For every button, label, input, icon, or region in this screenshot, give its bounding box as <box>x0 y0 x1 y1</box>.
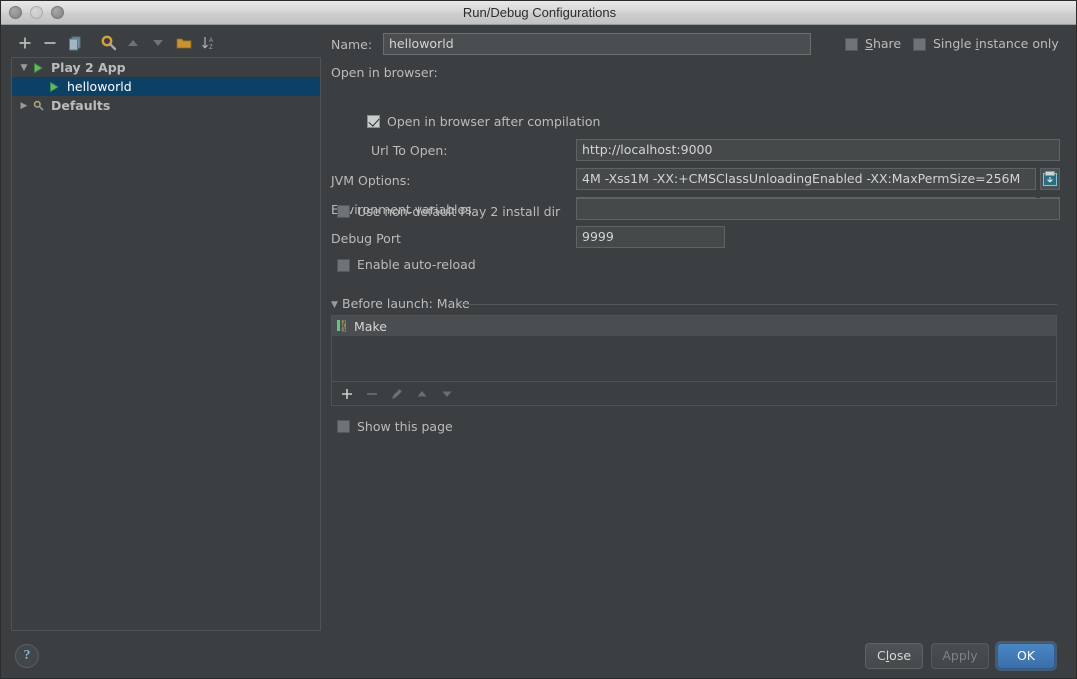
single-instance-label-post: nstance only <box>978 36 1059 51</box>
url-to-open-input[interactable]: http://localhost:9000 <box>576 139 1060 161</box>
ok-button[interactable]: OK <box>997 643 1055 669</box>
close-label-post: ose <box>889 648 912 663</box>
configurations-toolbar: A Z <box>11 31 321 56</box>
close-dialog-button[interactable]: Close <box>865 643 923 669</box>
svg-text:Z: Z <box>209 45 213 51</box>
url-to-open-label: Url To Open: <box>371 143 448 158</box>
name-label: Name: <box>331 37 373 52</box>
edit-task-button[interactable] <box>388 385 406 403</box>
svg-text:A: A <box>209 38 213 44</box>
sort-configurations-button[interactable]: A Z <box>199 33 219 53</box>
window-titlebar: Run/Debug Configurations <box>1 1 1076 25</box>
debug-port-label: Debug Port <box>331 231 401 246</box>
use-non-default-install-dir-checkbox[interactable] <box>337 205 350 218</box>
run-debug-configurations-dialog: Run/Debug Configurations A Z ▼ Play 2 Ap… <box>0 0 1077 679</box>
open-in-browser-after-compilation-checkbox[interactable] <box>367 115 380 128</box>
make-compile-icon: 01 10 01 <box>336 319 354 333</box>
name-input[interactable]: helloworld <box>383 33 811 55</box>
configurations-tree[interactable]: ▼ Play 2 App helloworld ▶ Defaults <box>11 57 321 631</box>
wrench-gear-icon <box>32 99 48 112</box>
show-this-page-label: Show this page <box>357 419 453 434</box>
use-non-default-install-dir-label: Use non-default Play 2 install dir <box>357 204 561 219</box>
show-this-page-checkbox[interactable] <box>337 420 350 433</box>
share-mnemonic: S <box>865 36 873 51</box>
configuration-form: Name: helloworld Share Single instance o… <box>327 29 1067 629</box>
tree-item-play-2-app[interactable]: ▼ Play 2 App <box>12 58 320 77</box>
share-label-post: hare <box>872 36 902 51</box>
window-title: Run/Debug Configurations <box>462 5 617 20</box>
before-launch-list[interactable]: 01 10 01 Make <box>331 315 1057 382</box>
install-dir-input[interactable] <box>576 198 1060 220</box>
tree-item-label: Play 2 App <box>51 60 126 75</box>
move-task-up-button[interactable] <box>413 385 431 403</box>
play-green-icon <box>32 62 48 74</box>
move-up-button[interactable] <box>123 33 143 53</box>
remove-task-button[interactable] <box>363 385 381 403</box>
move-down-button[interactable] <box>148 33 168 53</box>
before-launch-divider <box>459 304 1057 305</box>
move-task-down-button[interactable] <box>438 385 456 403</box>
jvm-options-label: JVM Options: <box>331 173 411 188</box>
before-launch-title: Before launch: Make <box>342 296 470 311</box>
play-green-icon <box>48 81 64 93</box>
enable-auto-reload-label: Enable auto-reload <box>357 257 476 272</box>
chevron-right-icon[interactable]: ▶ <box>16 101 32 111</box>
tree-item-label: helloworld <box>67 79 132 94</box>
close-label-pre: C <box>876 648 886 663</box>
tree-item-label: Defaults <box>51 98 111 113</box>
open-in-browser-label: Open in browser: <box>331 65 438 80</box>
tree-item-defaults[interactable]: ▶ Defaults <box>12 96 320 115</box>
add-configuration-button[interactable] <box>15 33 35 53</box>
remove-configuration-button[interactable] <box>40 33 60 53</box>
expand-editor-icon[interactable] <box>1040 168 1060 190</box>
jvm-options-input[interactable]: 4M -Xss1M -XX:+CMSClassUnloadingEnabled … <box>576 168 1036 190</box>
add-task-button[interactable] <box>338 385 356 403</box>
apply-button[interactable]: Apply <box>931 643 989 669</box>
chevron-down-icon[interactable]: ▼ <box>16 63 32 73</box>
debug-port-input[interactable]: 9999 <box>576 226 725 248</box>
share-checkbox[interactable] <box>845 38 858 51</box>
edit-defaults-button[interactable] <box>99 33 119 53</box>
single-instance-label-pre: Single <box>933 36 976 51</box>
svg-text:01: 01 <box>342 327 347 332</box>
before-launch-chevron-icon[interactable]: ▼ <box>331 297 338 313</box>
single-instance-checkbox[interactable] <box>913 38 926 51</box>
single-instance-label: Single instance only <box>933 36 1059 52</box>
share-label: Share <box>865 36 901 52</box>
list-item[interactable]: 01 10 01 Make <box>332 316 1056 336</box>
copy-configuration-button[interactable] <box>65 33 85 53</box>
create-folder-button[interactable] <box>174 33 194 53</box>
enable-auto-reload-checkbox[interactable] <box>337 259 350 272</box>
list-item-label: Make <box>354 318 387 334</box>
before-launch-toolbar <box>331 382 1057 406</box>
help-button[interactable]: ? <box>15 644 39 668</box>
open-in-browser-after-compilation-label: Open in browser after compilation <box>387 114 601 129</box>
tree-item-helloworld[interactable]: helloworld <box>12 77 320 96</box>
